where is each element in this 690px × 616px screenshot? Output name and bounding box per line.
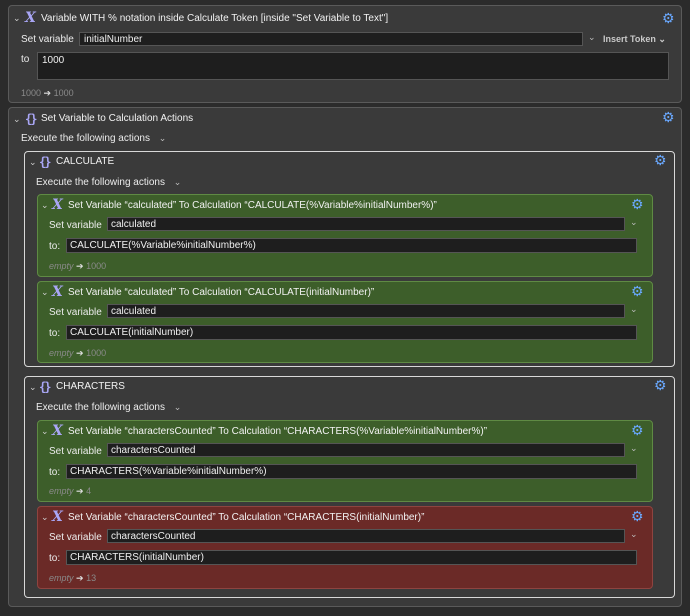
execute-label: Execute the following actions (21, 133, 150, 144)
variable-x-icon: X (52, 197, 63, 213)
variable-dropdown-icon[interactable]: ⌄ (630, 443, 638, 454)
chevron-down-icon: ⌄ (658, 34, 666, 44)
calc-actions-group: ⌄ {} Set Variable to Calculation Actions… (8, 107, 682, 607)
execute-label: Execute the following actions (36, 402, 165, 413)
variable-name-field[interactable]: initialNumber (79, 32, 583, 46)
execute-mode-label[interactable]: Execute the following actions ⌄ (36, 402, 181, 413)
action-result: empty ➔ 4 (49, 486, 91, 497)
arrow-right-icon: ➔ (76, 573, 84, 583)
arrow-right-icon: ➔ (43, 88, 52, 98)
disclosure-chevron-icon[interactable]: ⌄ (41, 287, 49, 298)
arrow-right-icon: ➔ (76, 348, 84, 358)
expression-field[interactable]: CHARACTERS(initialNumber) (66, 550, 637, 565)
gear-icon[interactable]: ⚙ (662, 11, 675, 25)
action-result: empty ➔ 1000 (49, 261, 106, 272)
action-title: Set Variable “calculated” To Calculation… (68, 200, 437, 211)
braces-icon: {} (39, 155, 52, 169)
variable-dropdown-icon[interactable]: ⌄ (630, 217, 638, 228)
result-empty: empty (49, 348, 74, 358)
result-to: 1000 (53, 88, 74, 98)
disclosure-chevron-icon[interactable]: ⌄ (29, 382, 37, 393)
variable-dropdown-icon[interactable]: ⌄ (588, 32, 596, 43)
result-empty: empty (49, 486, 74, 496)
result-value: 1000 (86, 348, 107, 358)
variable-x-icon: X (52, 284, 63, 300)
result-value: 13 (86, 573, 97, 583)
variable-dropdown-icon[interactable]: ⌄ (630, 304, 638, 315)
variable-x-icon: X (52, 423, 63, 439)
group-title: Set Variable to Calculation Actions (41, 113, 194, 124)
result-from: 1000 (21, 88, 42, 98)
disclosure-chevron-icon[interactable]: ⌄ (29, 157, 37, 168)
characters-group: ⌄ {} CHARACTERS ⚙ Execute the following … (24, 376, 675, 598)
braces-icon: {} (39, 380, 52, 394)
variable-dropdown-icon[interactable]: ⌄ (630, 529, 638, 540)
execute-mode-label[interactable]: Execute the following actions ⌄ (36, 177, 181, 188)
to-label: to (21, 54, 30, 65)
calculate-group: ⌄ {} CALCULATE ⚙ Execute the following a… (24, 151, 675, 367)
gear-icon[interactable]: ⚙ (631, 284, 644, 298)
execute-label: Execute the following actions (36, 177, 165, 188)
disclosure-chevron-icon[interactable]: ⌄ (41, 512, 49, 523)
to-label: to: (49, 328, 61, 339)
gear-icon[interactable]: ⚙ (631, 423, 644, 437)
characters-action-2[interactable]: ⌄ X Set Variable “charactersCounted” To … (37, 506, 653, 589)
chevron-down-icon: ⌄ (173, 177, 182, 187)
to-label: to: (49, 467, 61, 478)
action-title: Set Variable “calculated” To Calculation… (68, 287, 375, 298)
braces-icon: {} (25, 112, 38, 126)
result-value: 4 (86, 486, 92, 496)
result-empty: empty (49, 573, 74, 583)
disclosure-chevron-icon[interactable]: ⌄ (13, 13, 21, 24)
result-value: 1000 (86, 261, 107, 271)
arrow-right-icon: ➔ (76, 261, 84, 271)
gear-icon[interactable]: ⚙ (654, 153, 667, 167)
to-label: to: (49, 553, 61, 564)
gear-icon[interactable]: ⚙ (631, 509, 644, 523)
to-text-field[interactable]: 1000 (37, 52, 669, 80)
top-action-panel: ⌄ X Variable WITH % notation inside Calc… (8, 5, 682, 103)
expression-field[interactable]: CALCULATE(%Variable%initialNumber%) (66, 238, 637, 253)
variable-x-icon: X (25, 10, 36, 26)
action-title: Set Variable “charactersCounted” To Calc… (68, 512, 425, 523)
execute-mode-label[interactable]: Execute the following actions ⌄ (21, 133, 166, 144)
action-result: empty ➔ 1000 (49, 348, 106, 359)
chevron-down-icon: ⌄ (158, 133, 167, 143)
calc-action-1[interactable]: ⌄ X Set Variable “calculated” To Calcula… (37, 194, 653, 277)
action-title: Set Variable “charactersCounted” To Calc… (68, 426, 488, 437)
action-result: empty ➔ 13 (49, 573, 96, 584)
variable-name-field[interactable]: calculated (107, 217, 625, 231)
chevron-down-icon: ⌄ (173, 402, 182, 412)
variable-name-field[interactable]: charactersCounted (107, 443, 625, 457)
calc-action-2[interactable]: ⌄ X Set Variable “calculated” To Calcula… (37, 281, 653, 363)
characters-action-1[interactable]: ⌄ X Set Variable “charactersCounted” To … (37, 420, 653, 502)
gear-icon[interactable]: ⚙ (654, 378, 667, 392)
arrow-right-icon: ➔ (76, 486, 84, 496)
gear-icon[interactable]: ⚙ (662, 110, 675, 124)
group-title: CALCULATE (56, 156, 115, 167)
set-variable-label: Set variable (49, 307, 102, 318)
disclosure-chevron-icon[interactable]: ⌄ (41, 426, 49, 437)
variable-x-icon: X (52, 509, 63, 525)
insert-token-button[interactable]: Insert Token ⌄ (603, 34, 666, 45)
disclosure-chevron-icon[interactable]: ⌄ (13, 114, 21, 125)
expression-field[interactable]: CALCULATE(initialNumber) (66, 325, 637, 340)
expression-field[interactable]: CHARACTERS(%Variable%initialNumber%) (66, 464, 637, 479)
to-label: to: (49, 241, 61, 252)
action-title: Variable WITH % notation inside Calculat… (41, 13, 389, 24)
group-title: CHARACTERS (56, 381, 125, 392)
action-result: 1000 ➔ 1000 (21, 88, 74, 99)
set-variable-label: Set variable (49, 446, 102, 457)
disclosure-chevron-icon[interactable]: ⌄ (41, 200, 49, 211)
variable-name-field[interactable]: calculated (107, 304, 625, 318)
result-empty: empty (49, 261, 74, 271)
variable-name-field[interactable]: charactersCounted (107, 529, 625, 543)
insert-token-label: Insert Token (603, 34, 656, 44)
gear-icon[interactable]: ⚙ (631, 197, 644, 211)
set-variable-label: Set variable (49, 532, 102, 543)
set-variable-label: Set variable (21, 34, 74, 45)
set-variable-label: Set variable (49, 220, 102, 231)
